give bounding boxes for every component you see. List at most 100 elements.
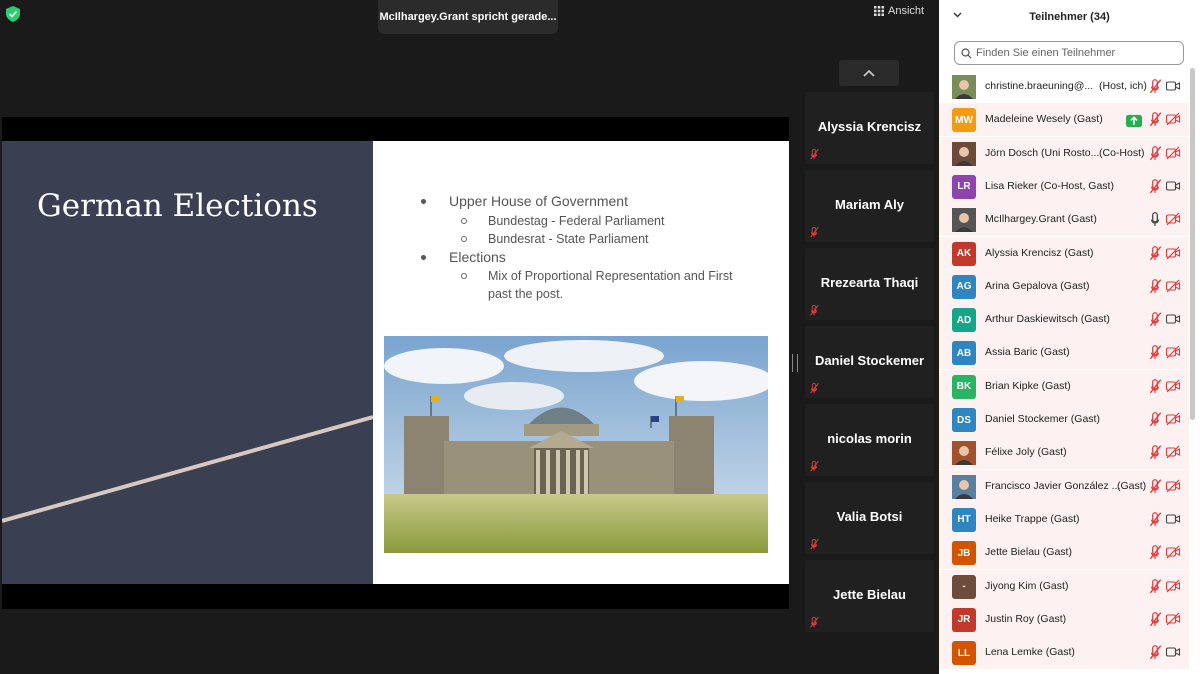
video-tile-name: Valia Botsi	[836, 509, 903, 524]
camera-icon[interactable]	[1165, 644, 1181, 660]
participant-row[interactable]: MW Madeleine Wesely (Gast)	[939, 103, 1189, 137]
avatar: LR	[952, 174, 976, 199]
participant-row[interactable]: McIlhargey.Grant (Gast)	[939, 203, 1189, 237]
participant-name: McIlhargey.Grant (Gast)	[985, 213, 1097, 226]
participant-name: Brian Kipke (Gast)	[985, 379, 1071, 392]
participant-role: (Co-Host)	[1099, 146, 1145, 159]
search-placeholder: Finden Sie einen Teilnehmer	[976, 47, 1116, 59]
participant-row[interactable]: Francisco Javier González ... (Gast)	[939, 469, 1189, 503]
camera-off-icon[interactable]	[1165, 211, 1181, 227]
mic-muted-icon[interactable]	[1147, 344, 1163, 360]
participant-row[interactable]: - Jiyong Kim (Gast)	[939, 569, 1189, 603]
avatar: DS	[952, 408, 976, 432]
bullet-dot	[421, 255, 426, 260]
participant-row[interactable]: HT Heike Trappe (Gast)	[939, 502, 1189, 536]
camera-off-icon[interactable]	[1165, 544, 1181, 560]
participant-row[interactable]: JB Jette Bielau (Gast)	[939, 536, 1189, 570]
mic-muted-icon[interactable]	[1147, 311, 1163, 327]
chevron-up-icon	[863, 69, 875, 77]
participant-name: Alyssia Krencisz (Gast)	[985, 246, 1094, 259]
mic-muted-icon[interactable]	[1147, 478, 1163, 494]
camera-icon[interactable]	[1165, 178, 1181, 194]
camera-off-icon[interactable]	[1165, 111, 1181, 127]
participants-panel: Teilnehmer (34) Finden Sie einen Teilneh…	[939, 0, 1200, 674]
mic-muted-icon[interactable]	[1147, 78, 1163, 94]
bullet-2: Bundestag - Federal Parliament	[488, 214, 665, 228]
mic-muted-icon[interactable]	[1147, 411, 1163, 427]
participant-row[interactable]: christine.braeuning@... (Host, ich)	[939, 70, 1189, 103]
video-tile[interactable]: Valia Botsi	[805, 482, 934, 554]
camera-icon[interactable]	[1165, 311, 1181, 327]
mic-muted-icon[interactable]	[1147, 178, 1163, 194]
participant-row[interactable]: Félixe Joly (Gast)	[939, 436, 1189, 470]
gallery-scroll-up-button[interactable]	[839, 60, 899, 86]
participants-header: Teilnehmer (34)	[939, 0, 1200, 34]
mic-muted-icon[interactable]	[1147, 444, 1163, 460]
chevron-down-icon[interactable]	[953, 12, 962, 18]
avatar	[952, 208, 976, 233]
avatar	[952, 441, 976, 466]
camera-icon[interactable]	[1165, 511, 1181, 527]
camera-off-icon[interactable]	[1165, 145, 1181, 161]
camera-off-icon[interactable]	[1165, 611, 1181, 627]
bullet-dot	[421, 199, 426, 204]
camera-off-icon[interactable]	[1165, 378, 1181, 394]
mic-muted-icon[interactable]	[1147, 245, 1163, 261]
sub-bullet-circle	[461, 218, 467, 224]
video-tile-name: Mariam Aly	[835, 197, 904, 212]
security-shield-icon[interactable]	[6, 6, 20, 22]
camera-off-icon[interactable]	[1165, 344, 1181, 360]
camera-off-icon[interactable]	[1165, 411, 1181, 427]
mic-muted-icon[interactable]	[1147, 511, 1163, 527]
participant-row[interactable]: AD Arthur Daskiewitsch (Gast)	[939, 303, 1189, 337]
video-tile[interactable]: nicolas morin	[805, 404, 934, 476]
camera-icon[interactable]	[1165, 78, 1181, 94]
participant-row[interactable]: AG Arina Gepalova (Gast)	[939, 269, 1189, 303]
camera-off-icon[interactable]	[1165, 278, 1181, 294]
participant-row[interactable]: LR Lisa Rieker (Co-Host, Gast)	[939, 169, 1189, 203]
camera-off-icon[interactable]	[1165, 444, 1181, 460]
slide-right-panel: Upper House of Government Bundestag - Fe…	[373, 141, 789, 584]
avatar	[952, 75, 976, 99]
participant-row[interactable]: Jörn Dosch (Uni Rosto... (Co-Host)	[939, 136, 1189, 170]
mic-muted-icon[interactable]	[1147, 145, 1163, 161]
mic-muted-icon[interactable]	[1147, 278, 1163, 294]
avatar: HT	[952, 507, 976, 532]
video-tile[interactable]: Rrezearta Thaqi	[805, 248, 934, 320]
participant-row[interactable]: LL Lena Lemke (Gast)	[939, 636, 1189, 670]
participant-row[interactable]: AB Assia Baric (Gast)	[939, 336, 1189, 370]
bullet-1: Upper House of Government	[449, 193, 628, 209]
mic-muted-icon[interactable]	[1147, 611, 1163, 627]
mic-muted-icon[interactable]	[1147, 644, 1163, 660]
mic-muted-icon[interactable]	[1147, 578, 1163, 594]
participant-row[interactable]: DS Daniel Stockemer (Gast)	[939, 403, 1189, 436]
camera-off-icon[interactable]	[1165, 245, 1181, 261]
video-tile[interactable]: Mariam Aly	[805, 170, 934, 242]
participant-list-scrollbar[interactable]	[1190, 68, 1195, 420]
camera-off-icon[interactable]	[1165, 478, 1181, 494]
avatar: AB	[952, 341, 976, 366]
mic-muted-icon[interactable]	[1147, 378, 1163, 394]
resize-handle[interactable]	[792, 354, 798, 372]
mic-muted-icon[interactable]	[1147, 544, 1163, 560]
video-tile[interactable]: Jette Bielau	[805, 560, 934, 632]
participant-search-input[interactable]: Finden Sie einen Teilnehmer	[954, 41, 1184, 65]
participant-name: Justin Roy (Gast)	[985, 612, 1067, 625]
view-button[interactable]: Ansicht	[874, 0, 934, 22]
mic-icon[interactable]	[1147, 211, 1163, 227]
participant-row[interactable]: AK Alyssia Krencisz (Gast)	[939, 236, 1189, 270]
video-tile[interactable]: Alyssia Krencisz	[805, 92, 934, 164]
avatar: AD	[952, 308, 976, 333]
participants-title: Teilnehmer (34)	[1029, 11, 1110, 23]
participant-row[interactable]: BK Brian Kipke (Gast)	[939, 369, 1189, 403]
mic-muted-icon[interactable]	[1147, 111, 1163, 127]
mic-muted-icon	[810, 382, 819, 394]
participant-role: (Host, ich)	[1099, 80, 1147, 92]
avatar: JB	[952, 541, 976, 566]
active-speaker-label: McIlhargey.Grant spricht gerade...	[378, 0, 558, 34]
camera-off-icon[interactable]	[1165, 578, 1181, 594]
video-tile[interactable]: Daniel Stockemer	[805, 326, 934, 398]
avatar: AG	[952, 274, 976, 299]
avatar: MW	[952, 108, 976, 133]
participant-row[interactable]: JR Justin Roy (Gast)	[939, 602, 1189, 636]
